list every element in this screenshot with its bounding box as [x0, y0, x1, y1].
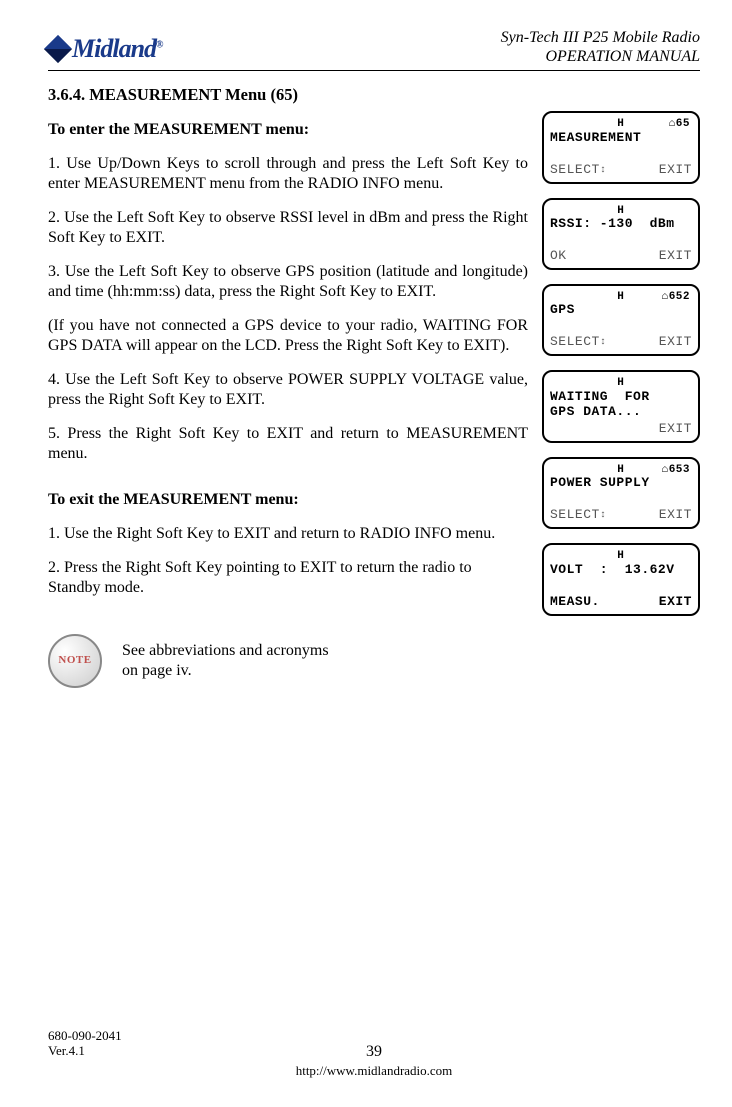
lcd-right-softkey: EXIT	[659, 422, 692, 437]
lcd-screen-2: HRSSI: -130 dBm OKEXIT	[542, 198, 700, 271]
exit-subheading: To exit the MEASUREMENT menu:	[48, 490, 528, 510]
enter-subheading: To enter the MEASUREMENT menu:	[48, 120, 528, 140]
page-footer: 680-090-2041 Ver.4.1 39 http://www.midla…	[48, 1028, 700, 1079]
page-header: Midland® Syn-Tech III P25 Mobile Radio O…	[48, 28, 700, 71]
product-name: Syn-Tech III P25 Mobile Radio	[501, 28, 700, 47]
lcd-line-2	[550, 146, 692, 161]
lcd-line-1: RSSI: -130 dBm	[550, 217, 692, 232]
lcd-screen-1: H⌂65MEASUREMENT SELECT↕EXIT	[542, 111, 700, 183]
manual-name: OPERATION MANUAL	[501, 47, 700, 66]
note-block: NOTE See abbreviations and acronyms on p…	[48, 634, 528, 688]
lcd-right-softkey: EXIT	[659, 249, 692, 264]
brand-logo: Midland®	[48, 34, 163, 64]
section-heading: 3.6.4. MEASUREMENT Menu (65)	[48, 85, 528, 106]
lcd-screen-5: H⌂653POWER SUPPLY SELECT↕EXIT	[542, 457, 700, 529]
lcd-left-softkey: MEASU.	[550, 595, 600, 610]
lcd-line-2	[550, 491, 692, 506]
exit-step-1: 1. Use the Right Soft Key to EXIT and re…	[48, 524, 528, 544]
lcd-column: H⌂65MEASUREMENT SELECT↕EXITHRSSI: -130 d…	[542, 85, 700, 688]
note-text: See abbreviations and acronyms on page i…	[122, 641, 329, 681]
lcd-line-2: GPS DATA...	[550, 405, 692, 420]
step-4: 4. Use the Left Soft Key to observe POWE…	[48, 370, 528, 410]
lcd-line-1: GPS	[550, 303, 692, 318]
lcd-left-softkey: SELECT↕	[550, 335, 606, 350]
doc-number: 680-090-2041	[48, 1028, 122, 1044]
step-2: 2. Use the Left Soft Key to observe RSSI…	[48, 208, 528, 248]
lcd-line-2	[550, 232, 692, 247]
doc-version: Ver.4.1	[48, 1043, 122, 1059]
lcd-line-1: MEASUREMENT	[550, 131, 692, 146]
step-1: 1. Use Up/Down Keys to scroll through an…	[48, 154, 528, 194]
lcd-left-softkey: SELECT↕	[550, 508, 606, 523]
lcd-left-softkey: SELECT↕	[550, 163, 606, 178]
step-3-note: (If you have not connected a GPS device …	[48, 316, 528, 356]
page-number: 39	[366, 1043, 382, 1061]
lcd-line-1: POWER SUPPLY	[550, 476, 692, 491]
lcd-line-2	[550, 318, 692, 333]
step-5: 5. Press the Right Soft Key to EXIT and …	[48, 424, 528, 464]
lcd-line-1: WAITING FOR	[550, 390, 692, 405]
lcd-right-softkey: EXIT	[659, 595, 692, 610]
lcd-left-softkey: OK	[550, 249, 567, 264]
step-3: 3. Use the Left Soft Key to observe GPS …	[48, 262, 528, 302]
lcd-right-softkey: EXIT	[659, 508, 692, 523]
lcd-line-1: VOLT : 13.62V	[550, 563, 692, 578]
lcd-right-softkey: EXIT	[659, 163, 692, 178]
logo-text: Midland®	[72, 34, 163, 64]
lcd-screen-3: H⌂652GPS SELECT↕EXIT	[542, 284, 700, 356]
lcd-header-icon: H	[550, 550, 692, 563]
logo-diamond-icon	[44, 35, 72, 63]
lcd-screen-4: HWAITING FORGPS DATA...EXIT	[542, 370, 700, 443]
footer-url: http://www.midlandradio.com	[48, 1063, 700, 1079]
lcd-line-2	[550, 578, 692, 593]
note-icon: NOTE	[48, 634, 102, 688]
lcd-screen-6: HVOLT : 13.62V MEASU. EXIT	[542, 543, 700, 616]
exit-step-2: 2. Press the Right Soft Key pointing to …	[48, 558, 528, 598]
lcd-right-softkey: EXIT	[659, 335, 692, 350]
header-title: Syn-Tech III P25 Mobile Radio OPERATION …	[501, 28, 700, 66]
